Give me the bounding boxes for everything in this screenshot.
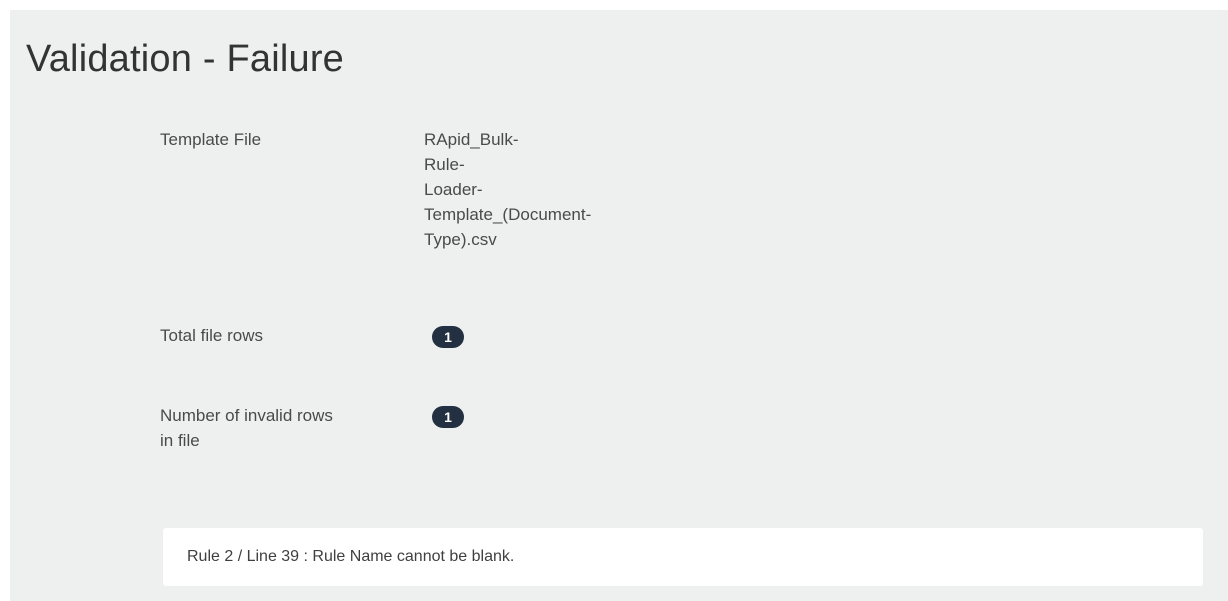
page-title: Validation - Failure (26, 38, 345, 80)
validation-panel: Validation - Failure Template File RApid… (10, 10, 1228, 601)
invalid-rows-badge: 1 (432, 406, 464, 428)
error-message: Rule 2 / Line 39 : Rule Name cannot be b… (163, 528, 1203, 586)
invalid-rows-label: Number of invalid rows in file (160, 403, 400, 453)
total-rows-label: Total file rows (160, 326, 263, 345)
template-file-name-line: Type).csv (424, 230, 497, 249)
template-file-label: Template File (160, 130, 262, 149)
template-file-name: RApid_Bulk- Rule- Loader- Template_(Docu… (424, 127, 664, 252)
invalid-rows-label-line: Number of invalid rows (160, 406, 333, 425)
template-file-name-line: Rule- (424, 155, 465, 174)
total-rows-badge: 1 (432, 326, 464, 348)
invalid-rows-label-line: in file (160, 431, 200, 450)
template-file-name-line: RApid_Bulk- (424, 130, 519, 149)
template-file-name-line: Loader- (424, 180, 483, 199)
template-file-name-line: Template_(Document- (424, 205, 592, 224)
